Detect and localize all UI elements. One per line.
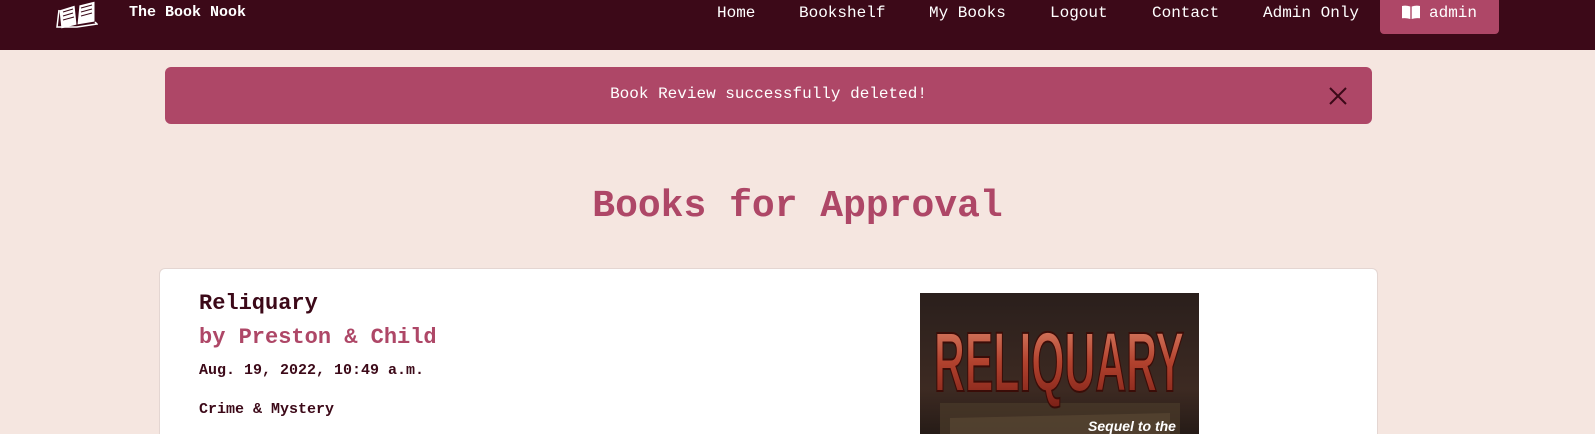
top-navbar: The Book Nook Home Bookshelf My Books Lo… xyxy=(0,0,1595,50)
nav-link-bookshelf[interactable]: Bookshelf xyxy=(799,4,885,22)
user-menu-button[interactable]: admin xyxy=(1380,0,1499,34)
page-title: Books for Approval xyxy=(592,185,1003,228)
nav-link-my-books[interactable]: My Books xyxy=(929,4,1006,22)
close-icon[interactable] xyxy=(1328,86,1348,106)
book-cover-image: RELIQUARY Sequel to the xyxy=(920,293,1199,434)
book-genre: Crime & Mystery xyxy=(199,401,335,418)
book-author: by Preston & Child xyxy=(199,325,437,350)
book-date: Aug. 19, 2022, 10:49 a.m. xyxy=(199,362,425,379)
nav-link-logout[interactable]: Logout xyxy=(1050,4,1108,22)
nav-link-home[interactable]: Home xyxy=(717,4,755,22)
open-book-icon xyxy=(1402,5,1420,19)
nav-link-admin-only[interactable]: Admin Only xyxy=(1263,4,1359,22)
open-book-logo-icon[interactable] xyxy=(56,0,98,30)
book-title: Reliquary xyxy=(199,291,318,316)
alert-message: Book Review successfully deleted! xyxy=(610,85,927,103)
brand-name[interactable]: The Book Nook xyxy=(129,4,246,21)
cover-title-text: RELIQUARY xyxy=(934,315,1184,409)
nav-link-contact[interactable]: Contact xyxy=(1152,4,1219,22)
success-alert: Book Review successfully deleted! xyxy=(165,67,1372,124)
user-menu-label: admin xyxy=(1429,4,1478,22)
book-card: Reliquary by Preston & Child Aug. 19, 20… xyxy=(159,268,1378,434)
cover-subtitle-text: Sequel to the xyxy=(1088,418,1176,434)
